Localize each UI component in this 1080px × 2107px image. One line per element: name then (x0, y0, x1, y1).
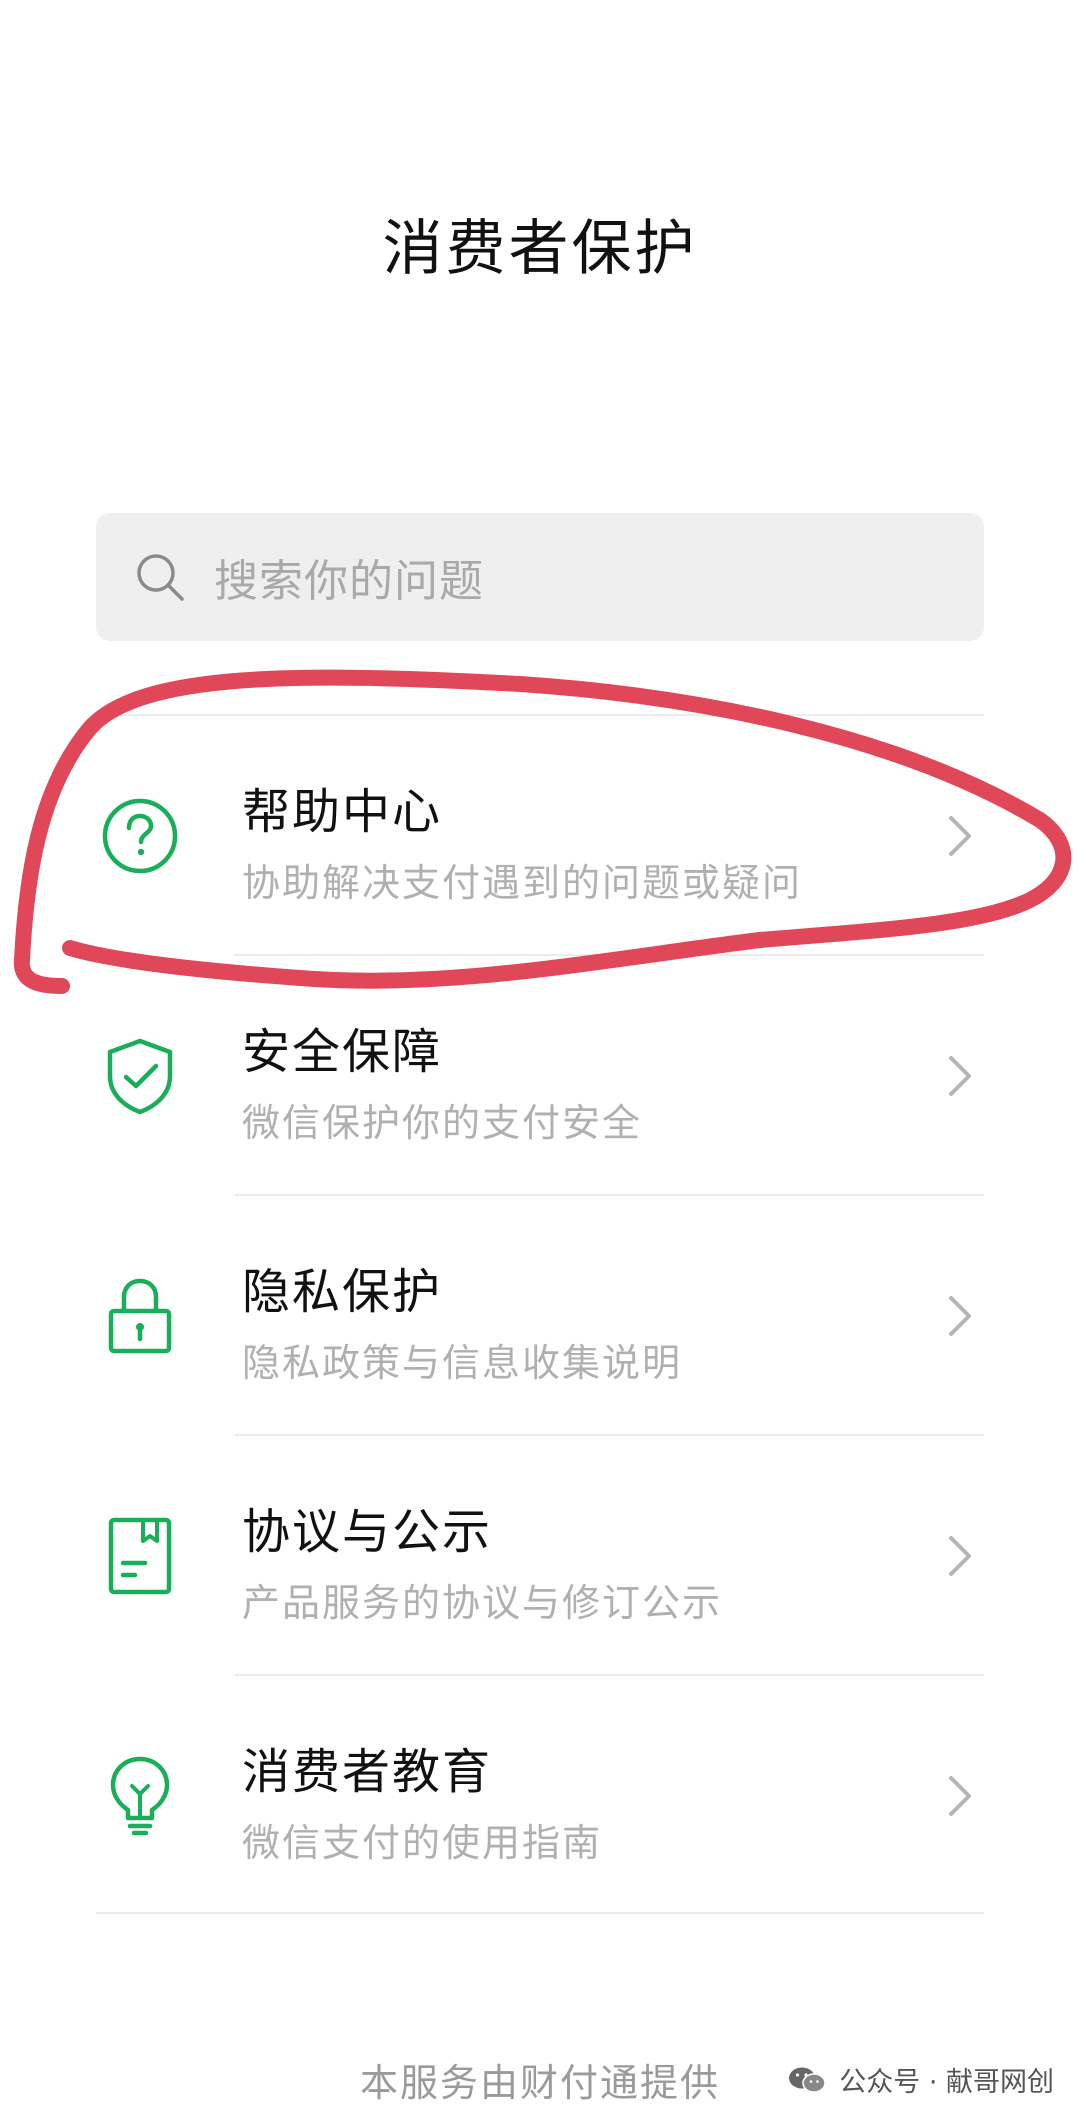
menu-item-description: 协助解决支付遇到的问题或疑问 (242, 861, 803, 905)
menu-item-title: 消费者教育 (242, 1744, 493, 1800)
menu-item-title: 隐私保护 (242, 1264, 443, 1320)
menu-item-privacy[interactable]: 隐私保护 隐私政策与信息收集说明 (96, 1196, 984, 1434)
menu-item-title: 协议与公示 (242, 1504, 493, 1560)
shield-check-icon (100, 1036, 180, 1116)
menu-item-security[interactable]: 安全保障 微信保护你的支付安全 (96, 956, 984, 1194)
menu-item-help-center[interactable]: 帮助中心 协助解决支付遇到的问题或疑问 (96, 716, 984, 954)
search-icon (132, 549, 188, 605)
divider (96, 1912, 984, 1914)
search-bar[interactable]: 搜索你的问题 (96, 513, 984, 641)
chevron-right-icon (936, 1772, 984, 1820)
help-circle-icon (100, 796, 180, 876)
watermark-text: 公众号 · 献哥网创 (839, 2067, 1054, 2098)
wechat-logo-icon (789, 2067, 826, 2093)
menu-item-description: 产品服务的协议与修订公示 (242, 1581, 723, 1625)
lightbulb-icon (100, 1756, 180, 1836)
menu-item-agreements[interactable]: 协议与公示 产品服务的协议与修订公示 (96, 1436, 984, 1674)
menu-item-description: 微信支付的使用指南 (242, 1821, 603, 1865)
chevron-right-icon (936, 1052, 984, 1100)
page-title: 消费者保护 (382, 214, 698, 284)
search-input[interactable]: 搜索你的问题 (214, 545, 484, 609)
chevron-right-icon (936, 1532, 984, 1580)
menu-item-description: 隐私政策与信息收集说明 (242, 1341, 683, 1385)
menu-item-description: 微信保护你的支付安全 (242, 1101, 643, 1145)
menu-item-title: 安全保障 (242, 1024, 443, 1080)
chevron-right-icon (936, 812, 984, 860)
chevron-right-icon (936, 1292, 984, 1340)
menu-item-title: 帮助中心 (242, 784, 443, 840)
watermark: 公众号 · 献哥网创 (781, 2058, 1060, 2101)
lock-icon (100, 1276, 180, 1356)
menu-item-consumer-education[interactable]: 消费者教育 微信支付的使用指南 (96, 1676, 984, 1914)
document-icon (100, 1516, 180, 1596)
